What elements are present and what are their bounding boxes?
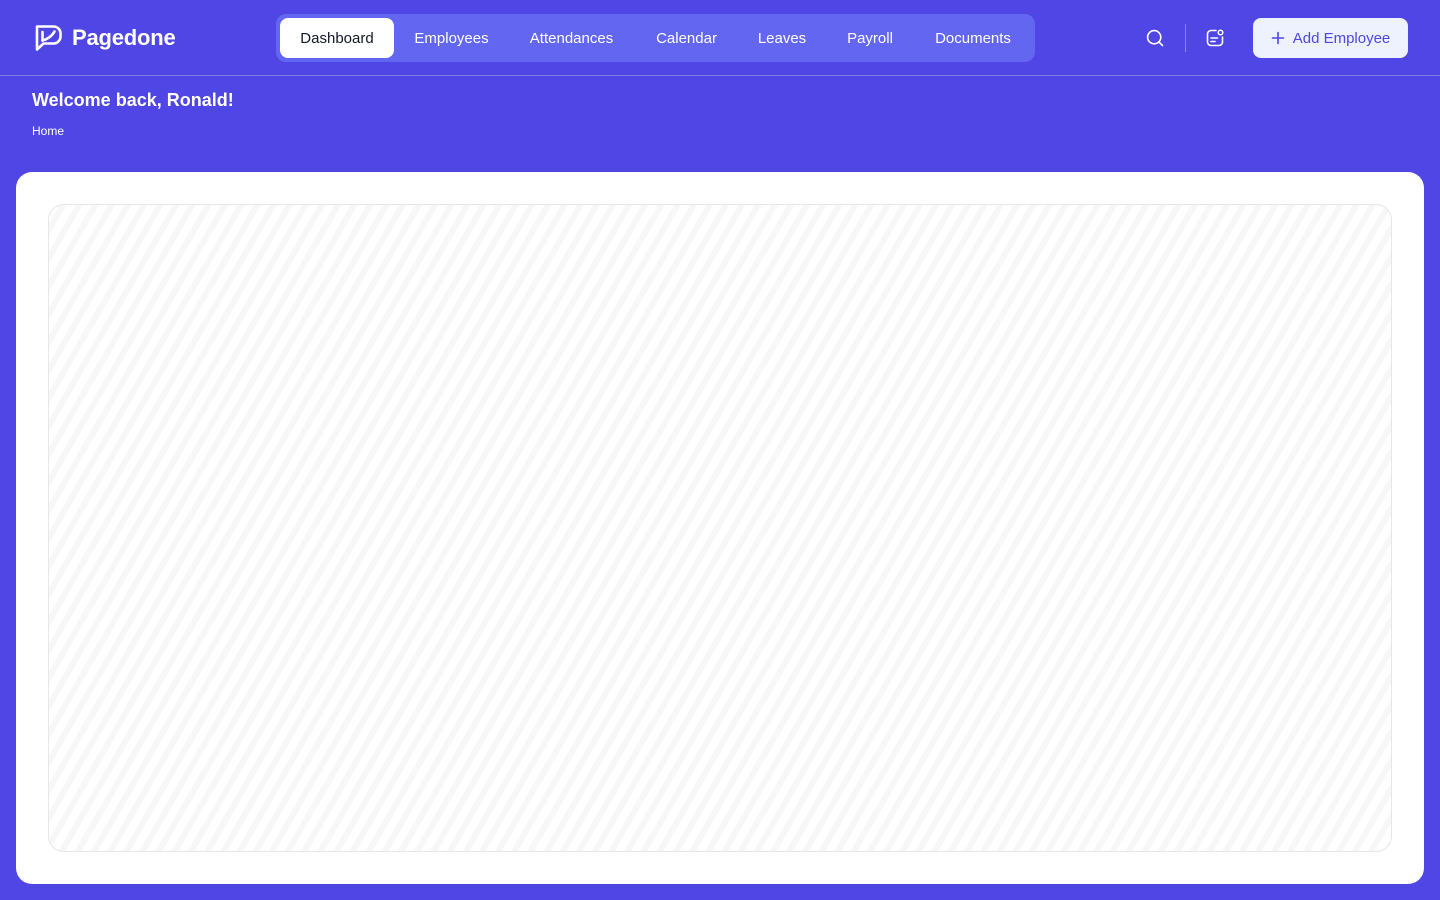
breadcrumb[interactable]: Home (32, 124, 64, 138)
search-button[interactable] (1141, 24, 1169, 52)
plus-icon (1271, 31, 1285, 45)
brand-name: Pagedone (72, 25, 176, 50)
content-placeholder (48, 204, 1392, 852)
add-employee-label: Add Employee (1292, 29, 1391, 47)
tab-attendances[interactable]: Attendances (509, 18, 634, 58)
tab-calendar[interactable]: Calendar (634, 18, 739, 58)
main-nav-tabs: Dashboard Employees Attendances Calendar… (276, 14, 1035, 62)
add-employee-button[interactable]: Add Employee (1253, 18, 1408, 58)
search-icon (1146, 29, 1164, 47)
brand-logo[interactable]: Pagedone (32, 22, 176, 54)
header-divider (1185, 24, 1186, 52)
notification-button[interactable] (1201, 24, 1229, 52)
tab-dashboard[interactable]: Dashboard (280, 18, 394, 58)
notification-icon (1206, 29, 1224, 47)
tab-employees[interactable]: Employees (394, 18, 509, 58)
tab-payroll[interactable]: Payroll (825, 18, 915, 58)
tab-documents[interactable]: Documents (915, 18, 1031, 58)
main-content-card (16, 172, 1424, 884)
page-title: Welcome back, Ronald! (32, 90, 234, 110)
tab-leaves[interactable]: Leaves (739, 18, 825, 58)
top-navigation-bar: Pagedone Dashboard Employees Attendances… (0, 0, 1440, 76)
pagedone-logo-icon (35, 25, 62, 51)
